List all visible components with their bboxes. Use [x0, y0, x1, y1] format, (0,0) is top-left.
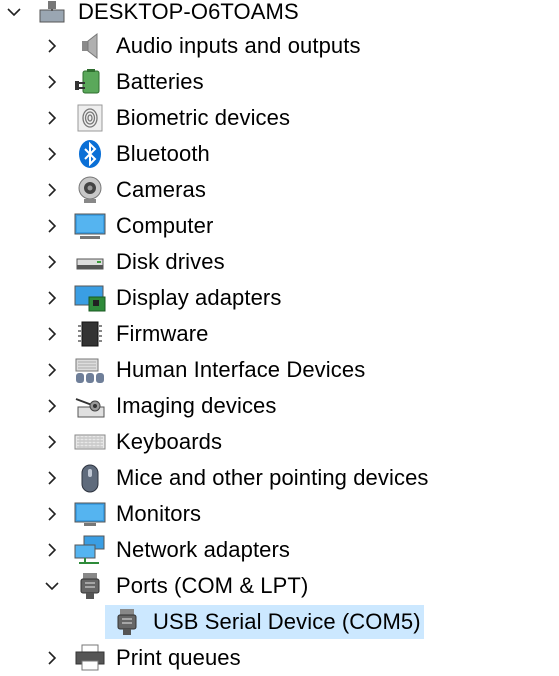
speaker-icon [74, 30, 106, 62]
bluetooth-icon [74, 138, 106, 170]
chevron-right-icon[interactable] [43, 397, 61, 415]
battery-icon [74, 66, 106, 98]
category-ports[interactable]: Ports (COM & LPT) [0, 568, 559, 604]
computer-root-icon [36, 0, 68, 28]
device-label: USB Serial Device (COM5) [153, 609, 421, 634]
category-label: Audio inputs and outputs [116, 33, 361, 58]
keyboard-icon [74, 426, 106, 458]
tree-root-label: DESKTOP-O6TOAMS [78, 0, 299, 24]
camera-icon [74, 174, 106, 206]
category-label: Firmware [116, 321, 209, 346]
category-label: Network adapters [116, 537, 291, 562]
printer-icon [74, 642, 106, 674]
chevron-right-icon[interactable] [43, 217, 61, 235]
category-label: Print queues [116, 645, 241, 670]
category-network[interactable]: Network adapters [0, 532, 559, 568]
tree-root[interactable]: DESKTOP-O6TOAMS [0, 0, 559, 30]
monitor-icon [74, 498, 106, 530]
chip-icon [74, 318, 106, 350]
category-label: Imaging devices [116, 393, 277, 418]
category-disk-drives[interactable]: Disk drives [0, 244, 559, 280]
category-audio[interactable]: Audio inputs and outputs [0, 28, 559, 64]
chevron-down-icon[interactable] [43, 577, 61, 595]
category-hid[interactable]: Human Interface Devices [0, 352, 559, 388]
port-icon [74, 570, 106, 602]
category-label: Disk drives [116, 249, 225, 274]
chevron-down-icon[interactable] [5, 3, 23, 21]
device-usb-serial-com5[interactable]: USB Serial Device (COM5) [0, 604, 559, 640]
display-adapter-icon [74, 282, 106, 314]
category-label: Monitors [116, 501, 202, 526]
category-label: Batteries [116, 69, 204, 94]
category-label: Display adapters [116, 285, 282, 310]
category-label: Computer [116, 213, 214, 238]
category-firmware[interactable]: Firmware [0, 316, 559, 352]
mouse-icon [74, 462, 106, 494]
chevron-right-icon[interactable] [43, 361, 61, 379]
category-mice[interactable]: Mice and other pointing devices [0, 460, 559, 496]
category-bluetooth[interactable]: Bluetooth [0, 136, 559, 172]
chevron-right-icon[interactable] [43, 649, 61, 667]
chevron-right-icon[interactable] [43, 73, 61, 91]
fingerprint-icon [74, 102, 106, 134]
computer-icon [74, 210, 106, 242]
chevron-right-icon[interactable] [43, 37, 61, 55]
category-label: Mice and other pointing devices [116, 465, 429, 490]
chevron-right-icon[interactable] [43, 325, 61, 343]
chevron-right-icon[interactable] [43, 289, 61, 307]
chevron-right-icon[interactable] [43, 253, 61, 271]
category-print-queues[interactable]: Print queues [0, 640, 559, 676]
category-cameras[interactable]: Cameras [0, 172, 559, 208]
chevron-right-icon[interactable] [43, 109, 61, 127]
chevron-right-icon[interactable] [43, 181, 61, 199]
category-display-adapters[interactable]: Display adapters [0, 280, 559, 316]
device-tree: DESKTOP-O6TOAMS Audio inputs and outputs [0, 0, 559, 674]
hid-icon [74, 354, 106, 386]
category-batteries[interactable]: Batteries [0, 64, 559, 100]
chevron-right-icon[interactable] [43, 541, 61, 559]
category-biometric[interactable]: Biometric devices [0, 100, 559, 136]
chevron-right-icon[interactable] [43, 145, 61, 163]
network-icon [74, 534, 106, 566]
chevron-right-icon[interactable] [43, 469, 61, 487]
scanner-icon [74, 390, 106, 422]
category-label: Keyboards [116, 429, 223, 454]
chevron-right-icon[interactable] [43, 433, 61, 451]
category-label: Cameras [116, 177, 206, 202]
category-label: Human Interface Devices [116, 357, 366, 382]
category-monitors[interactable]: Monitors [0, 496, 559, 532]
category-label: Biometric devices [116, 105, 291, 130]
category-label: Ports (COM & LPT) [116, 573, 309, 598]
chevron-right-icon[interactable] [43, 505, 61, 523]
category-imaging[interactable]: Imaging devices [0, 388, 559, 424]
category-label: Bluetooth [116, 141, 210, 166]
serial-port-icon [111, 606, 143, 638]
category-computer[interactable]: Computer [0, 208, 559, 244]
category-keyboards[interactable]: Keyboards [0, 424, 559, 460]
disk-drive-icon [74, 246, 106, 278]
